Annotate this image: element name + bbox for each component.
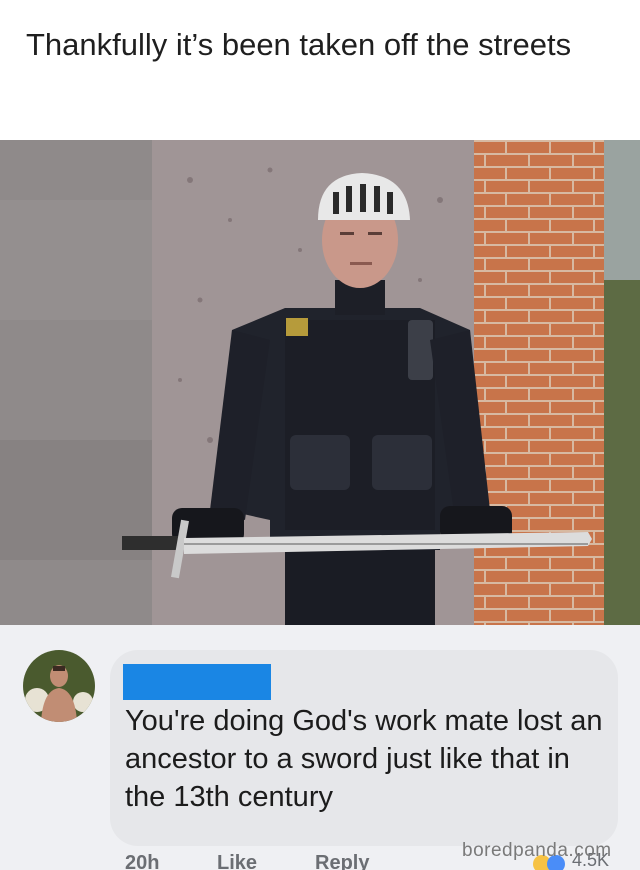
watermark: boredpanda.com (462, 840, 612, 861)
comment-timestamp: 20h (125, 852, 160, 870)
redacted-username (123, 664, 271, 700)
reply-button[interactable]: Reply (315, 852, 369, 870)
comment-text: You're doing God's work mate lost an anc… (125, 705, 603, 813)
like-button[interactable]: Like (217, 852, 257, 870)
avatar[interactable] (23, 650, 95, 722)
post-caption: Thankfully it’s been taken off the stree… (26, 27, 572, 62)
police-officer-sword-photo (0, 140, 640, 625)
comment-actions: 20h Like Reply (125, 852, 445, 870)
